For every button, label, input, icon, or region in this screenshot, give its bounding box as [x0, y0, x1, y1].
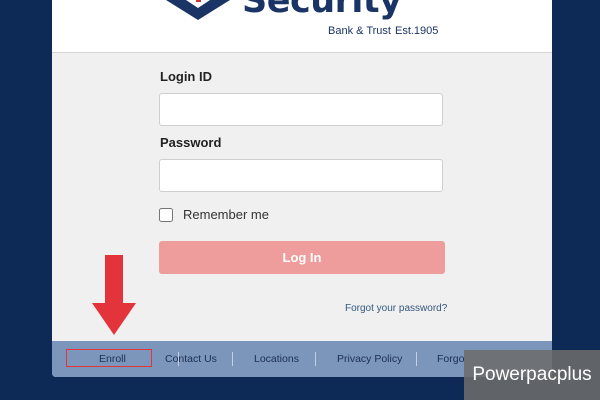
logo-header: Security Bank & Trust Est.1905 — [52, 0, 552, 53]
forgot-password-link[interactable]: Forgot your password? — [345, 303, 447, 314]
remember-me-row[interactable]: Remember me — [159, 207, 269, 222]
remember-me-label[interactable]: Remember me — [183, 207, 269, 222]
footer-link-forgot[interactable]: Forgo — [437, 353, 464, 365]
brand-tagline: Bank & Trust — [328, 25, 391, 37]
red-down-arrow-icon — [92, 255, 136, 335]
password-input[interactable] — [159, 159, 443, 192]
login-id-label: Login ID — [160, 69, 212, 84]
brand-name: Security — [242, 0, 402, 21]
footer-divider — [232, 352, 233, 366]
footer-link-locations[interactable]: Locations — [254, 353, 299, 365]
bank-logo-icon — [166, 0, 230, 20]
footer-link-contact-us[interactable]: Contact Us — [165, 353, 217, 365]
login-id-input[interactable] — [159, 93, 443, 126]
brand-established: Est.1905 — [394, 25, 439, 37]
footer-divider — [315, 352, 316, 366]
remember-me-checkbox[interactable] — [159, 207, 173, 222]
footer-link-privacy-policy[interactable]: Privacy Policy — [337, 353, 402, 365]
login-button[interactable]: Log In — [159, 241, 445, 274]
footer-divider — [416, 352, 417, 366]
brand-subtitle: Bank & Trust Est.1905 — [328, 25, 438, 37]
watermark-label: Powerpacplus — [464, 350, 600, 400]
footer-link-enroll[interactable]: Enroll — [99, 353, 126, 365]
password-label: Password — [160, 135, 222, 150]
